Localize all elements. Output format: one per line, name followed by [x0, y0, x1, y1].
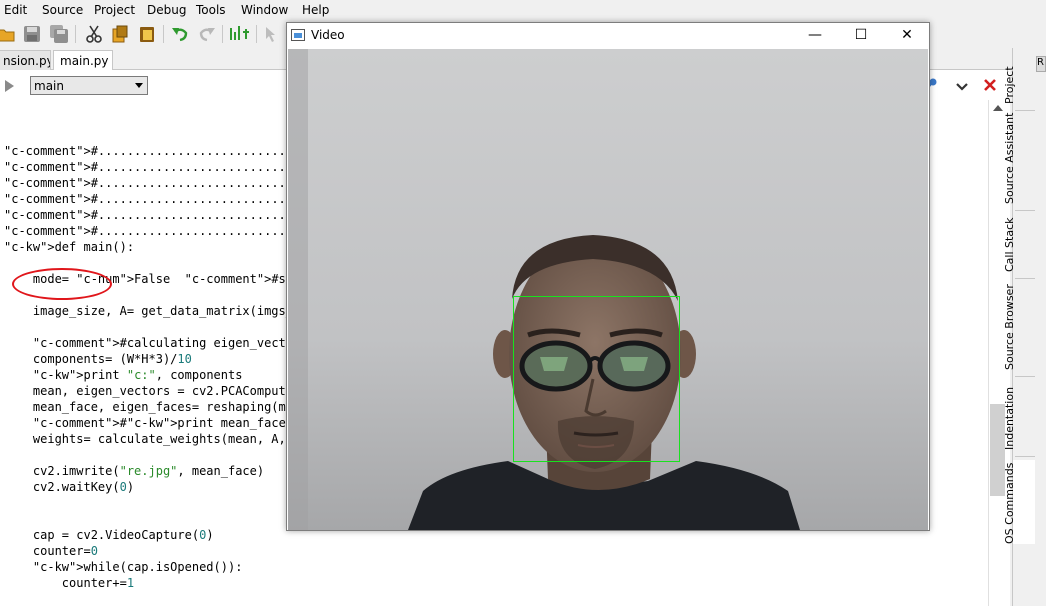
tab-main-py[interactable]: main.py	[53, 50, 113, 70]
code-line[interactable]: "c-kw">def main():	[4, 240, 134, 254]
window-app-icon	[291, 29, 305, 41]
undo-icon[interactable]	[170, 24, 190, 44]
divider	[1015, 110, 1035, 111]
side-tab-label: Source Assistant	[1003, 112, 1016, 204]
side-tab-label: OS Commands	[1003, 462, 1016, 544]
side-tab-call-stack[interactable]: Call Stack	[1003, 214, 1035, 272]
divider	[1015, 210, 1035, 211]
menu-bar: Edit Source Project Debug Tools Window H…	[0, 0, 1046, 20]
side-tab-label: Call Stack	[1003, 217, 1016, 272]
close-file-icon[interactable]	[983, 77, 997, 91]
code-line[interactable]: image_size, A= get_data_matrix(imgs_d	[4, 304, 300, 318]
code-line[interactable]: counter+=1	[4, 576, 134, 590]
side-tab-project[interactable]: Project	[1003, 54, 1035, 104]
chevron-down-icon[interactable]	[955, 78, 969, 91]
side-tab-source-assistant[interactable]: Source Assistant	[1003, 113, 1035, 204]
code-line[interactable]: "c-comment">#"c-kw">print mean_face.shap…	[4, 416, 329, 430]
close-button[interactable]: ✕	[884, 23, 930, 48]
code-line[interactable]: weights= calculate_weights(mean, A, e	[4, 432, 300, 446]
code-line[interactable]: cv2.imwrite("re.jpg", mean_face)	[4, 464, 264, 478]
tab-label: nsion.py	[3, 54, 51, 68]
redo-icon[interactable]	[197, 24, 217, 44]
save-all-icon[interactable]	[49, 24, 69, 44]
side-tab-indentation[interactable]: Indentation	[1003, 380, 1035, 450]
function-selector[interactable]: main	[30, 76, 148, 95]
toolbar-divider	[256, 25, 257, 43]
code-line[interactable]: mean_face, eigen_faces= reshaping(mea	[4, 400, 300, 414]
code-line[interactable]: cap = cv2.VideoCapture(0)	[4, 528, 214, 542]
video-window[interactable]: Video — ☐ ✕	[286, 22, 930, 531]
side-tab-os-commands[interactable]: OS Commands	[1003, 460, 1035, 544]
menu-tools[interactable]: Tools	[196, 3, 226, 17]
code-line[interactable]: counter=0	[4, 544, 98, 558]
divider	[1015, 278, 1035, 279]
code-line[interactable]: "c-kw">print "c:", components	[4, 368, 243, 382]
toolbar-divider	[75, 25, 76, 43]
ide-screen: Edit Source Project Debug Tools Window H…	[0, 0, 1046, 606]
copy-icon[interactable]	[110, 24, 130, 44]
pointer-icon[interactable]	[262, 24, 282, 44]
maximize-button[interactable]: ☐	[838, 23, 884, 48]
video-window-title: Video	[311, 28, 345, 42]
code-line[interactable]: "c-kw">while(cap.isOpened()):	[4, 560, 243, 574]
indent-icon[interactable]	[229, 24, 249, 44]
menu-edit[interactable]: Edit	[4, 3, 27, 17]
chevron-down-icon	[135, 83, 143, 88]
side-tab-label: Indentation	[1003, 386, 1016, 450]
code-line[interactable]: cv2.waitKey(0)	[4, 480, 134, 494]
menu-help[interactable]: Help	[302, 3, 329, 17]
side-panel-tabs: Project Source Assistant Call Stack Sour…	[1003, 48, 1046, 606]
annotation-circle	[12, 268, 112, 300]
side-tab-source-browser[interactable]: Source Browser	[1003, 282, 1035, 370]
play-icon[interactable]	[5, 80, 14, 92]
function-selector-value: main	[34, 79, 64, 93]
side-mini-panel[interactable]: R	[1036, 56, 1046, 72]
menu-debug[interactable]: Debug	[147, 3, 186, 17]
code-line[interactable]: components= (W*H*3)/10	[4, 352, 192, 366]
cut-icon[interactable]	[84, 24, 104, 44]
tab-dimension-py[interactable]: nsion.py	[0, 50, 51, 70]
menu-window[interactable]: Window	[241, 3, 288, 17]
scroll-up-icon[interactable]	[993, 105, 1003, 111]
open-folder-icon[interactable]	[0, 24, 16, 44]
paste-icon[interactable]	[137, 24, 157, 44]
menu-project[interactable]: Project	[94, 3, 135, 17]
divider	[1015, 456, 1035, 457]
code-line[interactable]: mean, eigen_vectors = cv2.PCACompute	[4, 384, 293, 398]
face-detection-box	[513, 296, 680, 462]
side-tab-label: Project	[1003, 66, 1016, 104]
video-title-bar[interactable]: Video — ☐ ✕	[287, 23, 929, 48]
divider	[1015, 376, 1035, 377]
minimize-button[interactable]: —	[792, 23, 838, 48]
tab-label: main.py	[60, 54, 109, 68]
save-icon[interactable]	[22, 24, 42, 44]
toolbar-divider	[163, 25, 164, 43]
side-tab-label: Source Browser	[1003, 284, 1016, 370]
camera-frame	[288, 49, 928, 530]
menu-source[interactable]: Source	[42, 3, 83, 17]
side-mini-label: R	[1037, 57, 1044, 68]
toolbar-divider	[222, 25, 223, 43]
